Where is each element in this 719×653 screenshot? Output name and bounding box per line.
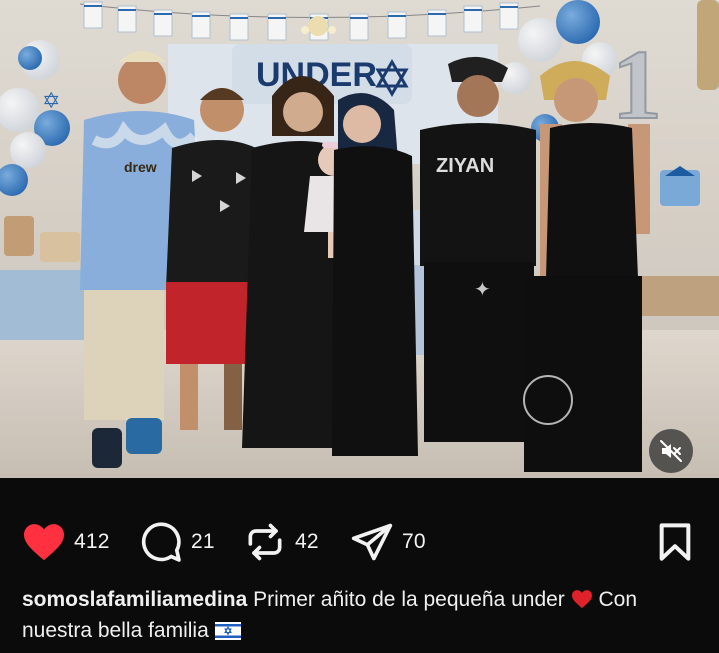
red-heart-emoji-icon: [571, 590, 592, 609]
action-bar: 412 21 42 70: [0, 500, 719, 584]
caption-username[interactable]: somoslafamiliamedina: [22, 588, 247, 611]
share-count: 70: [402, 530, 426, 553]
comment-icon: [141, 522, 181, 562]
repost-count: 42: [295, 530, 319, 553]
comment-button[interactable]: 21: [139, 520, 215, 564]
heart-icon: [24, 524, 64, 561]
photo-illustration: UNDER ✡ 1 drew ZIYAN ✦: [0, 0, 719, 478]
like-count: 412: [74, 530, 110, 553]
comment-count: 21: [191, 530, 215, 553]
muted-speaker-icon: [660, 440, 682, 462]
post-photo[interactable]: UNDER ✡ 1 drew ZIYAN ✦: [0, 0, 719, 478]
repost-button[interactable]: 42: [243, 520, 319, 564]
instagram-post: UNDER ✡ 1 drew ZIYAN ✦ 412 21 42 70 somo…: [0, 0, 719, 653]
repost-icon: [248, 523, 282, 561]
post-caption: somoslafamiliamedina Primer añito de la …: [22, 584, 712, 646]
share-button[interactable]: 70: [350, 520, 426, 564]
caption-text-1: Primer añito de la pequeña under: [253, 588, 565, 611]
bookmark-icon: [659, 523, 691, 561]
israel-flag-emoji-icon: [214, 622, 241, 640]
save-button[interactable]: [653, 520, 697, 564]
mute-button[interactable]: [649, 429, 693, 473]
send-icon: [351, 523, 393, 561]
like-button[interactable]: 412: [22, 520, 110, 564]
